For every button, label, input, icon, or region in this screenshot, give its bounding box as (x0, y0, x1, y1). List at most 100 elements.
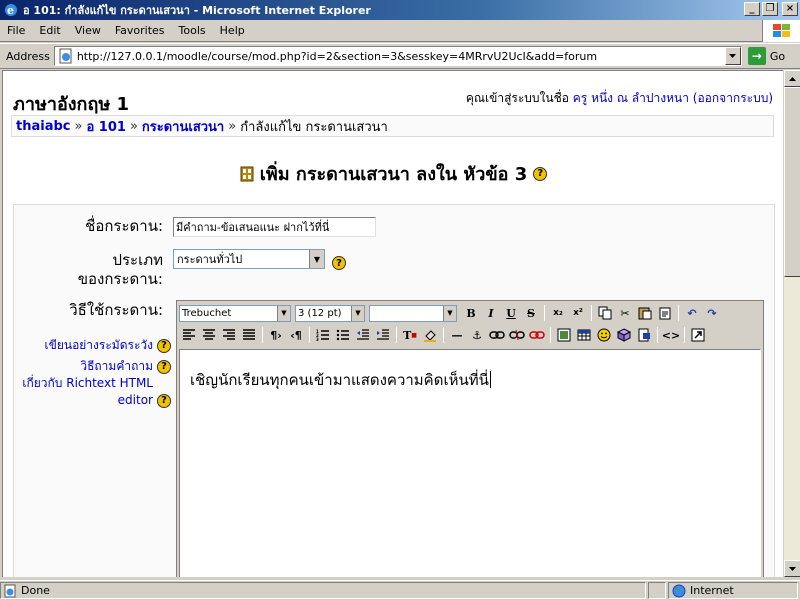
bold-icon[interactable]: B (461, 303, 481, 323)
editor-content-text: เชิญนักเรียนทุกคนเข้ามาแสดงความคิดเห็นที… (190, 371, 489, 389)
go-button[interactable]: → Go (747, 47, 786, 65)
address-label: Address (6, 49, 50, 63)
window-title: อ 101: กำลังแก้ไข กระดานเสวนา - Microsof… (23, 4, 371, 17)
page-heading: เพิ่ม กระดานเสวนา ลงใน หัวข้อ 3 ? (3, 159, 783, 188)
about-richtext-link-2[interactable]: editor (118, 392, 153, 409)
scroll-up-button[interactable] (784, 70, 800, 87)
paragraph-format-select[interactable]: ▼ (369, 304, 457, 322)
forum-name-input[interactable]: มีคำถาม-ข้อเสนอแนะ ฝากไว้ที่นี่ (173, 217, 376, 237)
insert-media-icon[interactable] (634, 325, 654, 345)
forum-icon (240, 166, 254, 181)
align-justify-icon[interactable] (239, 325, 259, 345)
background-color-icon[interactable] (420, 325, 440, 345)
page-heading-text: เพิ่ม กระดานเสวนา ลงใน หัวข้อ 3 (259, 164, 528, 185)
underline-icon[interactable]: U (501, 303, 521, 323)
address-url: http://127.0.0.1/moodle/course/mod.php?i… (76, 49, 598, 63)
forum-name-label: ชื่อกระดาน: (85, 217, 163, 235)
align-left-icon[interactable] (179, 325, 199, 345)
font-size-select[interactable]: 3 (12 pt) ▼ (295, 304, 365, 322)
breadcrumb-course[interactable]: อ 101 (86, 116, 125, 137)
breadcrumb: thaiabc » อ 101 » กระดานเสวนา » กำลังแก้… (11, 115, 774, 137)
help-icon[interactable]: ? (157, 393, 171, 408)
menu-view[interactable]: View (68, 24, 108, 37)
menu-bar: File Edit View Favorites Tools Help (0, 20, 800, 42)
security-zone: Internet (668, 582, 798, 599)
address-input[interactable]: http://127.0.0.1/moodle/course/mod.php?i… (53, 46, 742, 66)
menu-favorites[interactable]: Favorites (108, 24, 172, 37)
breadcrumb-separator: » (74, 118, 83, 134)
anchor-icon[interactable]: ⚓ (467, 325, 487, 345)
close-button[interactable]: × (782, 2, 798, 16)
breadcrumb-forums[interactable]: กระดานเสวนา (142, 116, 224, 137)
special-char-icon[interactable] (614, 325, 634, 345)
menu-file[interactable]: File (0, 24, 32, 37)
outdent-icon[interactable] (353, 325, 373, 345)
menu-edit[interactable]: Edit (32, 24, 67, 37)
go-label: Go (769, 49, 786, 63)
align-center-icon[interactable] (199, 325, 219, 345)
copy-icon[interactable] (595, 303, 615, 323)
chevron-down-icon: ▼ (309, 250, 324, 268)
editor-toolbar-row-2: ¶› ‹¶ 123 T ■ — ⚓ <> (177, 324, 763, 346)
strikethrough-icon[interactable]: S (521, 303, 541, 323)
ask-questions-link[interactable]: วิธีถามคำถาม (80, 358, 153, 375)
text-caret (489, 371, 491, 388)
cut-icon[interactable]: ✂ (615, 303, 635, 323)
scroll-thumb[interactable] (784, 87, 800, 277)
nolink-icon[interactable] (527, 325, 547, 345)
fullscreen-icon[interactable] (688, 325, 708, 345)
subscript-icon[interactable]: x₂ (548, 303, 568, 323)
user-profile-link[interactable]: ครู หนึ่ง ณ ลำปางหนา (573, 91, 689, 105)
align-right-icon[interactable] (219, 325, 239, 345)
insert-image-icon[interactable] (554, 325, 574, 345)
paste-icon[interactable] (635, 303, 655, 323)
breadcrumb-separator: » (129, 118, 138, 134)
help-icon[interactable]: ? (533, 166, 548, 181)
help-icon[interactable]: ? (157, 338, 171, 353)
address-bar: Address http://127.0.0.1/moodle/course/m… (0, 43, 800, 69)
undo-icon[interactable]: ↶ (682, 303, 702, 323)
paste-word-icon[interactable] (655, 303, 675, 323)
ltr-icon[interactable]: ¶› (266, 325, 286, 345)
font-size-value: 3 (12 pt) (298, 307, 342, 319)
horizontal-rule-icon[interactable]: — (447, 325, 467, 345)
help-icon[interactable]: ? (157, 359, 171, 374)
editor-toolbar-row-1: Trebuchet ▼ 3 (12 pt) ▼ ▼ B I U S x₂ x² ✂ (177, 302, 763, 324)
zone-text: Internet (690, 584, 734, 597)
logout-link[interactable]: (ออกจากระบบ) (693, 91, 773, 105)
scroll-down-button[interactable] (784, 560, 800, 577)
write-carefully-link[interactable]: เขียนอย่างระมัดระวัง (45, 337, 153, 354)
link-icon[interactable] (487, 325, 507, 345)
vertical-scrollbar[interactable] (783, 70, 800, 577)
unlink-icon[interactable] (507, 325, 527, 345)
superscript-icon[interactable]: x² (568, 303, 588, 323)
minimize-button[interactable]: _ (744, 2, 760, 16)
rtl-icon[interactable]: ‹¶ (286, 325, 306, 345)
ordered-list-icon[interactable]: 123 (313, 325, 333, 345)
maximize-button[interactable]: ❐ (762, 2, 778, 16)
svg-text:e: e (7, 4, 14, 17)
menu-tools[interactable]: Tools (172, 24, 213, 37)
breadcrumb-separator: » (228, 118, 237, 134)
window-title-bar: e อ 101: กำลังแก้ไข กระดานเสวนา - Micros… (0, 0, 800, 20)
unordered-list-icon[interactable] (333, 325, 353, 345)
font-family-select[interactable]: Trebuchet ▼ (179, 304, 291, 322)
html-source-icon[interactable]: <> (661, 325, 681, 345)
breadcrumb-current: กำลังแก้ไข กระดานเสวนา (240, 119, 388, 135)
forum-type-help-icon[interactable]: ? (332, 256, 346, 270)
editor-content-area[interactable]: เชิญนักเรียนทุกคนเข้ามาแสดงความคิดเห็นที… (179, 349, 761, 577)
forum-type-select[interactable]: กระดานทั่วไป ▼ (173, 249, 325, 269)
page-icon (59, 48, 72, 64)
login-prefix: คุณเข้าสู่ระบบในชื่อ (465, 91, 569, 105)
breadcrumb-site[interactable]: thaiabc (16, 119, 70, 134)
smiley-icon[interactable] (594, 325, 614, 345)
about-richtext-link[interactable]: เกี่ยวกับ Richtext HTML (22, 375, 153, 392)
address-dropdown-button[interactable] (724, 47, 741, 65)
indent-icon[interactable] (373, 325, 393, 345)
menu-help[interactable]: Help (213, 24, 252, 37)
text-color-icon[interactable]: T ■ (400, 325, 420, 345)
redo-icon[interactable]: ↷ (702, 303, 722, 323)
italic-icon[interactable]: I (481, 303, 501, 323)
course-title: ภาษาอังกฤษ 1 (13, 94, 129, 115)
insert-table-icon[interactable] (574, 325, 594, 345)
